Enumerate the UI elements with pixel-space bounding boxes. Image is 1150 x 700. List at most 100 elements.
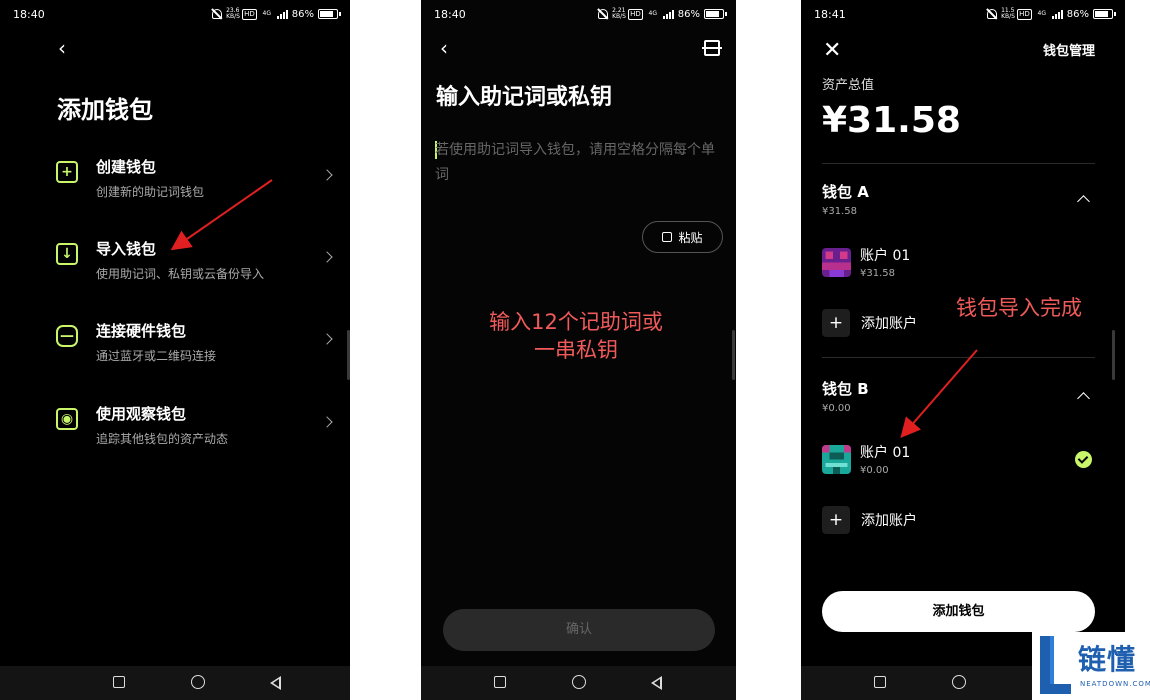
annotation-text: 钱包导入完成 [956,296,1082,320]
divider [822,163,1095,164]
paste-label: 粘贴 [678,230,703,245]
mute-icon [212,9,223,19]
home-icon[interactable] [191,675,205,689]
option-title: 创建钱包 [96,158,157,176]
side-handle[interactable] [732,330,735,380]
option-subtitle: 追踪其他钱包的资产动态 [96,432,229,446]
battery-percent: 86% [677,8,700,20]
paste-button[interactable]: 粘贴 [642,221,723,253]
back-chevron-icon[interactable]: ‹ [440,38,448,58]
status-time: 18:40 [13,8,45,21]
status-bar: 18:40 23.6 KB/S HD 4G 86% [0,8,350,24]
mute-icon [987,9,998,19]
wallet-manage-link[interactable]: 钱包管理 [1043,40,1095,59]
wallet-balance: ¥31.58 [822,206,857,217]
status-time: 18:41 [814,8,846,21]
annotation-text: 输入12个记助词或 一串私钥 [451,308,701,364]
status-time: 18:40 [434,8,466,21]
copy-icon [662,232,673,242]
back-icon[interactable] [651,676,662,690]
page-title: 添加钱包 [57,96,153,124]
mute-icon [598,9,609,19]
network-gen: 4G [1037,10,1046,17]
account-balance: ¥31.58 [860,268,895,279]
selected-check-icon [1075,451,1092,468]
network-gen: 4G [262,10,271,17]
chevron-right-icon [321,169,333,181]
phrase-input[interactable]: 若使用助记词导入钱包，请用空格分隔每个单词 [435,138,725,188]
logo-mark [1040,636,1071,694]
annotation-line: 输入12个记助词或 [489,310,663,334]
eye-icon: ◉ [56,408,78,430]
collapse-chevron-icon[interactable] [1077,392,1090,405]
option-title: 使用观察钱包 [96,405,187,423]
account-name[interactable]: 账户 01 [860,245,910,265]
recent-apps-icon[interactable] [874,676,886,688]
plus-icon: + [822,309,850,337]
page-title: 输入助记词或私钥 [436,85,613,110]
option-subtitle: 使用助记词、私钥或云备份导入 [96,267,265,281]
recent-apps-icon[interactable] [113,676,125,688]
wallet-list-screen: 18:41 11.5 KB/S HD 4G 86% ✕ 钱包管理 资产总值 ¥3… [801,0,1125,700]
hd-badge: HD [242,8,257,20]
account-balance: ¥0.00 [860,465,889,476]
wallet-balance: ¥0.00 [822,403,851,414]
nav-bar [0,666,350,700]
chevron-right-icon [321,251,333,263]
back-chevron-icon[interactable]: ‹ [58,38,66,58]
signal-icon [662,9,674,19]
net-speed: 11.5 KB/S [1001,7,1015,20]
option-subtitle: 通过蓝牙或二维码连接 [96,349,217,363]
chevron-right-icon [321,416,333,428]
option-hardware-wallet[interactable]: — 连接硬件钱包 通过蓝牙或二维码连接 [0,320,350,380]
status-bar: 18:40 2.21 KB/S HD 4G 86% [421,8,736,24]
add-account-button[interactable]: + 添加账户 [822,309,917,337]
account-avatar [822,248,851,277]
annotation-line: 一串私钥 [534,338,618,362]
battery-icon [704,9,727,19]
option-import-wallet[interactable]: ↓ 导入钱包 使用助记词、私钥或云备份导入 [0,238,350,298]
add-wallet-screen: 18:40 23.6 KB/S HD 4G 86% ‹ 添加钱包 + 创建钱包 … [0,0,350,700]
battery-icon [1093,9,1116,19]
add-account-label: 添加账户 [861,316,917,332]
plus-square-icon: + [56,161,78,183]
option-title: 导入钱包 [96,240,157,258]
battery-percent: 86% [1066,8,1089,20]
option-title: 连接硬件钱包 [96,322,187,340]
logo-text: 链懂 [1078,643,1137,676]
home-icon[interactable] [952,675,966,689]
add-wallet-button[interactable]: 添加钱包 [822,591,1095,632]
home-icon[interactable] [572,675,586,689]
watermark-logo: 链懂 NEATDOWN.COM [1032,632,1150,700]
net-speed: 23.6 KB/S [226,7,240,20]
side-handle[interactable] [1112,330,1115,380]
wallet-name[interactable]: 钱包 A [822,181,869,202]
add-account-button[interactable]: + 添加账户 [822,506,917,534]
recent-apps-icon[interactable] [494,676,506,688]
option-subtitle: 创建新的助记词钱包 [96,185,205,199]
network-gen: 4G [648,10,657,17]
scan-icon[interactable] [702,40,722,56]
side-handle[interactable] [347,330,350,380]
signal-icon [1051,9,1063,19]
total-assets-label: 资产总值 [822,78,875,93]
option-create-wallet[interactable]: + 创建钱包 创建新的助记词钱包 [0,156,350,216]
collapse-chevron-icon[interactable] [1077,195,1090,208]
account-name[interactable]: 账户 01 [860,442,910,462]
status-bar: 18:41 11.5 KB/S HD 4G 86% [801,8,1125,24]
logo-subtext: NEATDOWN.COM [1080,680,1150,688]
signal-icon [276,9,288,19]
battery-percent: 86% [291,8,314,20]
option-watch-wallet[interactable]: ◉ 使用观察钱包 追踪其他钱包的资产动态 [0,403,350,463]
back-icon[interactable] [270,676,281,690]
hardware-wallet-icon: — [56,325,78,347]
wallet-name[interactable]: 钱包 B [822,378,869,399]
hd-badge: HD [1017,8,1032,20]
confirm-button[interactable]: 确认 [443,609,715,651]
close-icon[interactable]: ✕ [823,38,841,63]
chevron-right-icon [321,333,333,345]
battery-icon [318,9,341,19]
account-avatar [822,445,851,474]
total-assets-value: ¥31.58 [822,100,961,141]
nav-bar [421,666,736,700]
